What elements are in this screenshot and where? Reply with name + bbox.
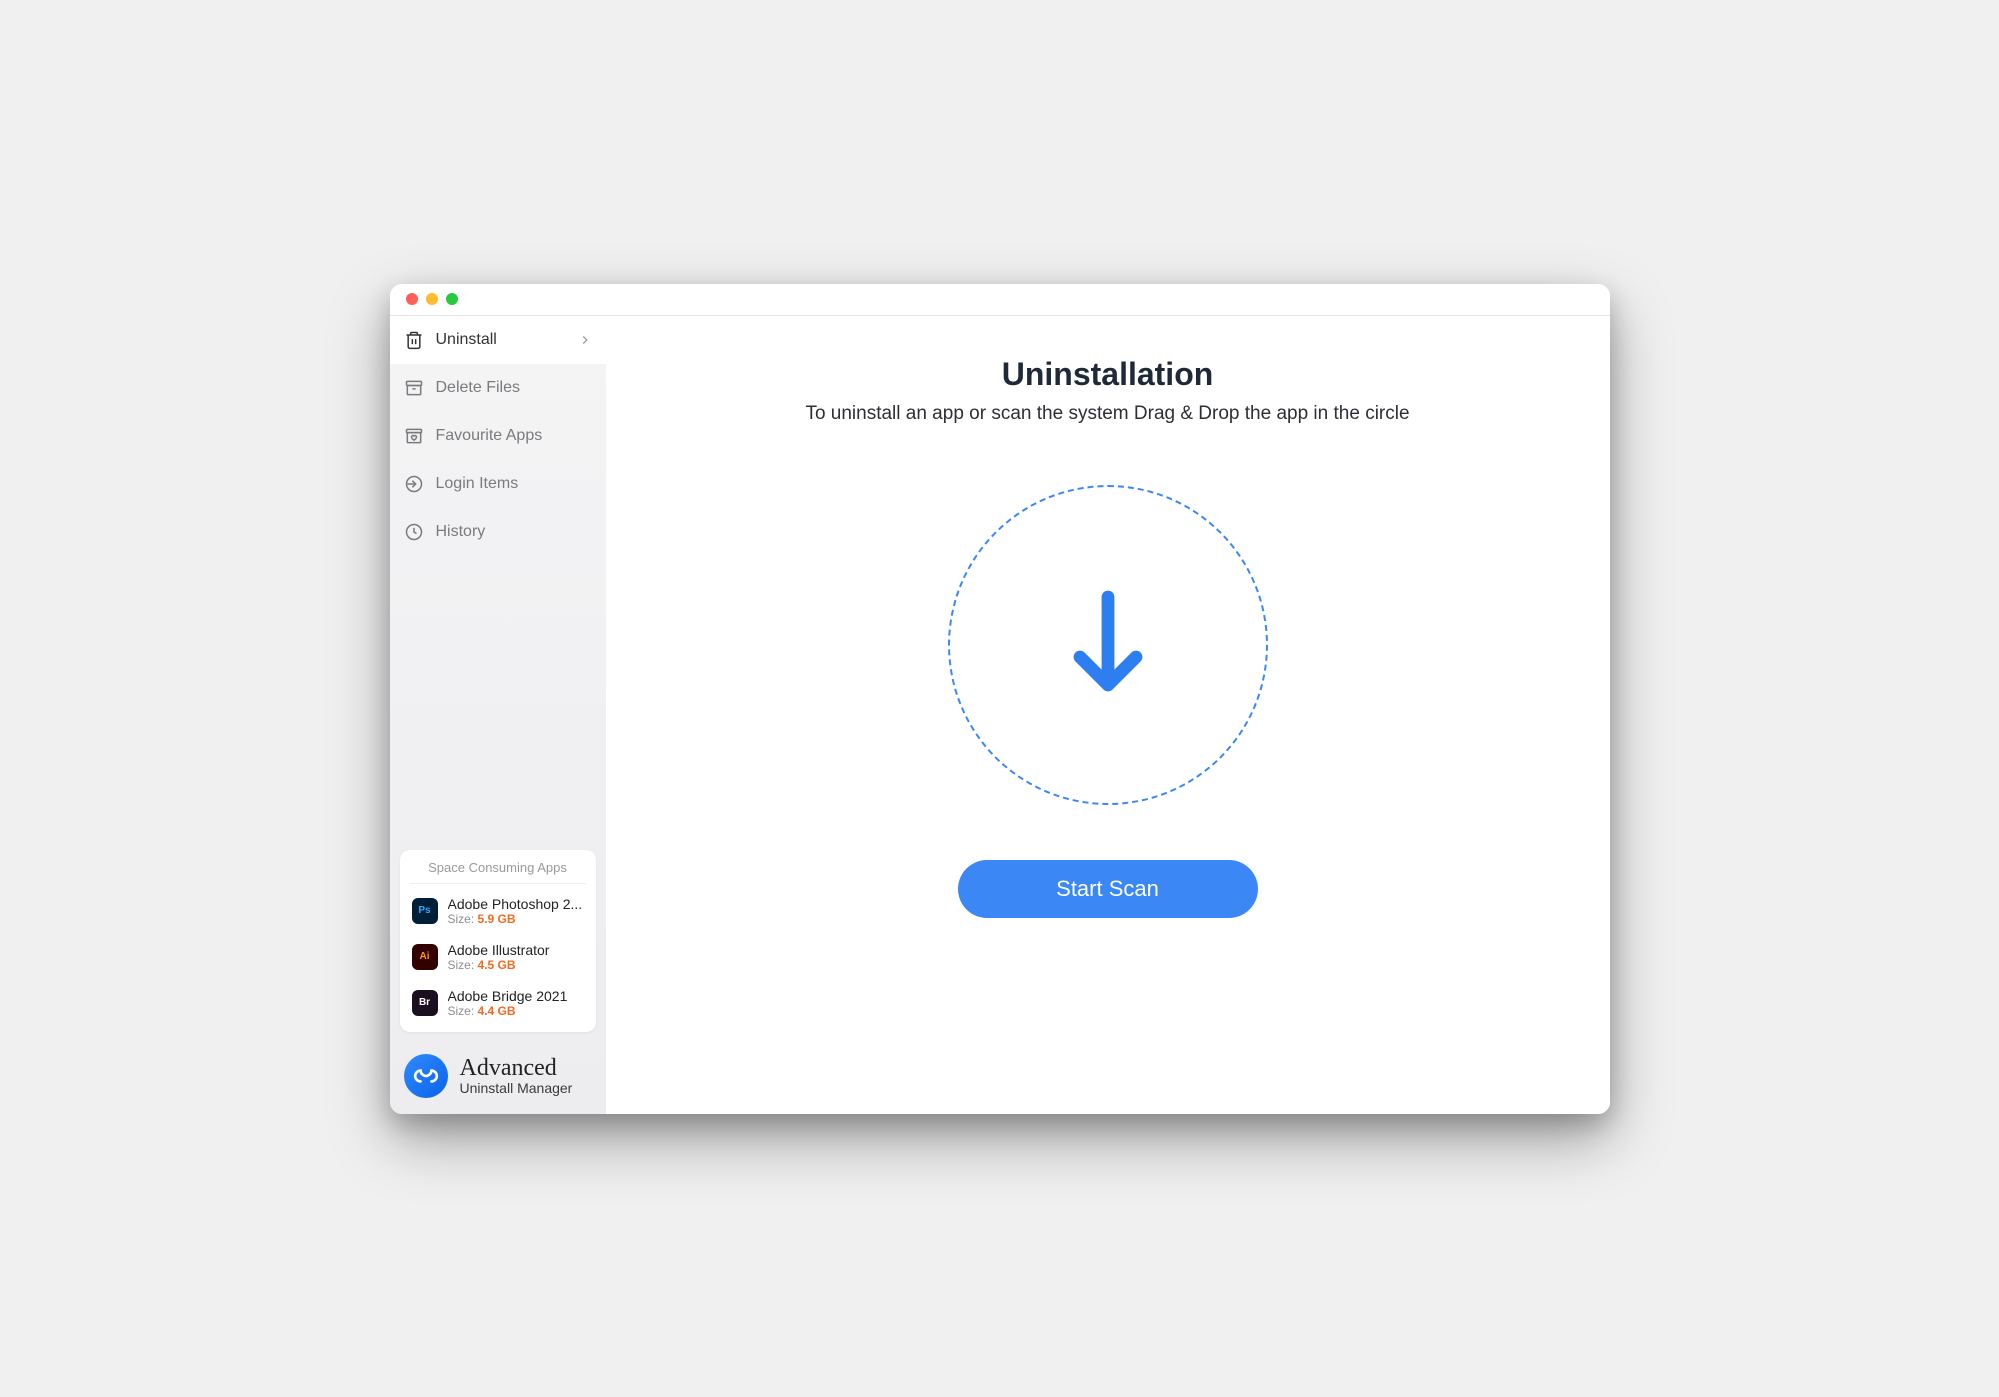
app-brand: Advanced Uninstall Manager (390, 1042, 606, 1114)
arrow-down-icon (1058, 585, 1158, 705)
app-name: Adobe Illustrator (448, 942, 584, 958)
space-app-row[interactable]: Ai Adobe Illustrator Size: 4.5 GB (410, 934, 586, 980)
sidebar-item-favourite-apps[interactable]: Favourite Apps (390, 412, 606, 460)
card-title: Space Consuming Apps (410, 860, 586, 884)
main-pane: Uninstallation To uninstall an app or sc… (606, 316, 1610, 1114)
brand-text: Advanced Uninstall Manager (460, 1056, 573, 1096)
space-consuming-card: Space Consuming Apps Ps Adobe Photoshop … (400, 850, 596, 1032)
app-meta: Adobe Illustrator Size: 4.5 GB (448, 942, 584, 972)
app-name: Adobe Photoshop 2... (448, 896, 584, 912)
brand-line1: Advanced (460, 1056, 573, 1080)
app-icon: Ai (412, 944, 438, 970)
sidebar-item-label: History (436, 523, 592, 541)
space-app-row[interactable]: Br Adobe Bridge 2021 Size: 4.4 GB (410, 980, 586, 1026)
sidebar-item-login-items[interactable]: Login Items (390, 460, 606, 508)
close-icon[interactable] (406, 293, 418, 305)
archive-icon (404, 378, 424, 398)
app-window: Uninstall Delete Files F (390, 284, 1610, 1114)
app-meta: Adobe Photoshop 2... Size: 5.9 GB (448, 896, 584, 926)
heart-box-icon (404, 426, 424, 446)
start-scan-button[interactable]: Start Scan (958, 860, 1258, 918)
dropzone-circle[interactable] (948, 485, 1268, 805)
app-icon: Ps (412, 898, 438, 924)
sidebar-item-history[interactable]: History (390, 508, 606, 556)
sidebar-item-label: Favourite Apps (436, 427, 592, 445)
login-icon (404, 474, 424, 494)
brand-logo-icon (404, 1054, 448, 1098)
page-title: Uninstallation (1002, 356, 1214, 393)
chevron-right-icon (578, 333, 592, 347)
maximize-icon[interactable] (446, 293, 458, 305)
app-size: Size: 5.9 GB (448, 912, 584, 926)
trash-icon (404, 330, 424, 350)
app-content: Uninstall Delete Files F (390, 316, 1610, 1114)
clock-icon (404, 522, 424, 542)
app-meta: Adobe Bridge 2021 Size: 4.4 GB (448, 988, 584, 1018)
app-icon: Br (412, 990, 438, 1016)
sidebar-item-uninstall[interactable]: Uninstall (390, 316, 606, 364)
page-subtitle: To uninstall an app or scan the system D… (805, 403, 1409, 425)
brand-line2: Uninstall Manager (460, 1080, 573, 1096)
sidebar-item-delete-files[interactable]: Delete Files (390, 364, 606, 412)
sidebar-nav: Uninstall Delete Files F (390, 316, 606, 556)
sidebar-item-label: Delete Files (436, 379, 592, 397)
space-app-row[interactable]: Ps Adobe Photoshop 2... Size: 5.9 GB (410, 888, 586, 934)
app-size: Size: 4.4 GB (448, 1004, 584, 1018)
minimize-icon[interactable] (426, 293, 438, 305)
app-name: Adobe Bridge 2021 (448, 988, 584, 1004)
window-titlebar (390, 284, 1610, 316)
sidebar: Uninstall Delete Files F (390, 316, 606, 1114)
app-size: Size: 4.5 GB (448, 958, 584, 972)
sidebar-item-label: Uninstall (436, 331, 566, 349)
sidebar-item-label: Login Items (436, 475, 592, 493)
